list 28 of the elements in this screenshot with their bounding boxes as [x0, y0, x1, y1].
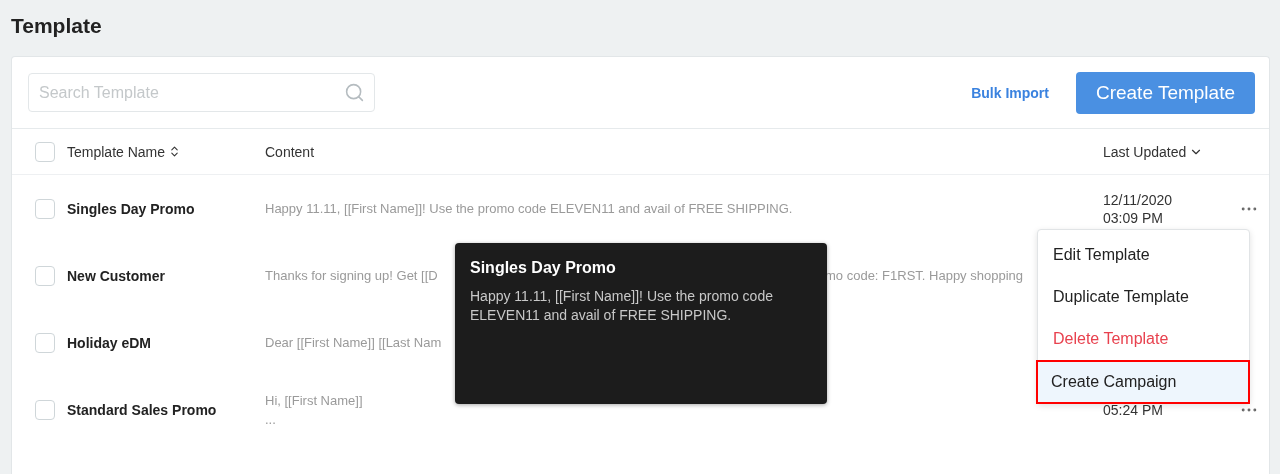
bulk-import-link[interactable]: Bulk Import: [971, 84, 1049, 101]
template-content: ...: [265, 410, 277, 429]
template-content: Thanks for signing up! Get [[D: [265, 267, 438, 285]
select-all-checkbox[interactable]: [35, 141, 55, 162]
row-checkbox[interactable]: [35, 332, 55, 353]
row-checkbox[interactable]: [35, 399, 55, 420]
template-content: Happy 11.11, [[First Name]]! Use the promo code ELEVEN11 and avail of FREE SHIPPING.: [265, 200, 793, 218]
template-content: Dear [[First Name]] [[Last Nam: [265, 334, 442, 352]
template-name: Holiday eDM: [67, 334, 152, 351]
menu-item[interactable]: Duplicate Template: [1038, 276, 1249, 318]
column-header: Content: [265, 143, 316, 160]
row-checkbox[interactable]: [35, 198, 55, 219]
row-checkbox[interactable]: [35, 265, 55, 286]
column-header[interactable]: Template Name: [67, 143, 265, 160]
template-name: New Customer: [67, 267, 167, 284]
search-field[interactable]: Search Template: [28, 73, 375, 112]
search-icon: [344, 82, 365, 103]
last-updated: 12/11/2020 03:09 PM: [1103, 190, 1174, 227]
page-title: Template: [11, 13, 102, 39]
template-name: Singles Day Promo: [67, 200, 196, 217]
template-content: Hi, [[First Name]]: [265, 391, 364, 410]
template-name: Standard Sales Promo: [67, 401, 218, 418]
menu-item[interactable]: Delete Template: [1038, 318, 1249, 360]
menu-item[interactable]: Create Campaign: [1036, 360, 1250, 404]
column-header[interactable]: Last Updated: [1103, 143, 1239, 160]
menu-item[interactable]: Edit Template: [1038, 234, 1249, 276]
tooltip-title: Singles Day Promo: [470, 259, 617, 277]
tooltip-text: Happy 11.11, [[First Name]]! Use the promo code ELEVEN11 and avail of FREE SHIPPING.: [470, 287, 774, 325]
